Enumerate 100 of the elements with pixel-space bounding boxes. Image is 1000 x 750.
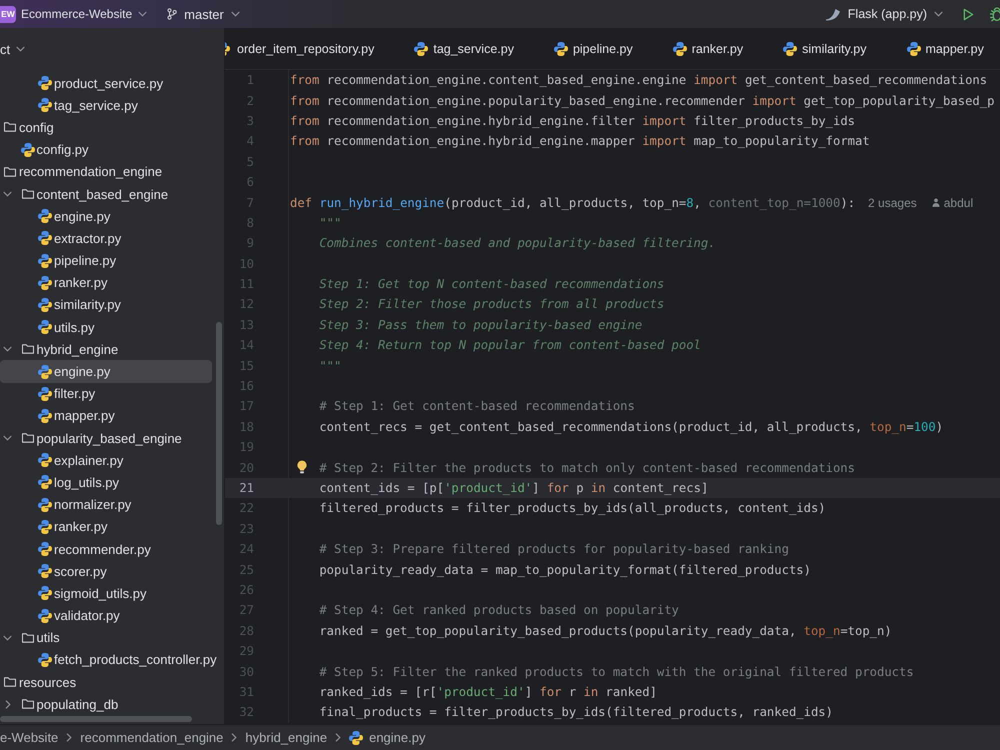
file-item[interactable]: product_service.py [20, 72, 164, 94]
person-icon [932, 198, 940, 208]
file-item[interactable]: fetch_products_controller.py [20, 648, 217, 672]
python-icon [38, 453, 52, 468]
file-tab[interactable]: mapper.py [886, 28, 1000, 69]
breadcrumb[interactable]: recommendation_engine [80, 730, 224, 745]
folder-icon [3, 121, 17, 134]
python-icon [38, 652, 52, 667]
code-line: ranked_ids = [r['product_id'] for r in ranked] [319, 684, 657, 699]
python-icon [906, 42, 920, 56]
chevron-down-icon [230, 11, 240, 17]
chevron-down-icon[interactable] [2, 191, 12, 198]
python-icon [20, 142, 34, 157]
code-line: # Step 5: Filter the ranked products to match with the original filtered products [319, 664, 914, 679]
file-item[interactable]: pipeline.py [20, 250, 116, 272]
file-item[interactable]: filter.py [20, 382, 96, 405]
python-icon [349, 730, 364, 744]
folder-icon [20, 698, 34, 710]
file-item[interactable]: recommender.py [20, 538, 151, 560]
usages-hint[interactable]: 2 usages [868, 196, 917, 210]
python-icon [783, 42, 798, 56]
python-icon [38, 231, 52, 246]
python-icon [38, 364, 52, 379]
chevron-right-icon [66, 733, 72, 742]
author-hint[interactable]: abdul [944, 196, 974, 210]
run-icon[interactable] [963, 8, 974, 20]
python-icon [38, 475, 52, 490]
code-line: from recommendation_engine.popularity_based_engine.recommender import get_top_popularity_based_p [290, 94, 994, 108]
file-item[interactable]: validator.py [20, 604, 120, 627]
file-item[interactable]: mapper.py [20, 404, 115, 427]
chevron-down-icon[interactable] [2, 634, 12, 641]
folder-icon [3, 166, 17, 178]
file-item[interactable]: similarity.py [20, 294, 121, 316]
file-item[interactable]: scorer.py [20, 560, 107, 582]
run-config-selector[interactable]: Flask (app.py) [824, 7, 943, 21]
file-tab[interactable]: tag_service.py [394, 28, 534, 69]
chevron-down-icon [16, 46, 26, 52]
file-item[interactable]: ranker.py [20, 516, 108, 538]
scrollbar[interactable] [216, 322, 222, 525]
folder-item[interactable]: config [3, 116, 54, 139]
file-item[interactable]: sigmoid_utils.py [20, 582, 146, 604]
folder-item[interactable]: utils [2, 626, 60, 649]
python-icon [38, 608, 52, 623]
code-line: """ [319, 358, 342, 373]
scrollbar[interactable] [0, 716, 192, 722]
code-line: content_recs = get_content_based_recommendations(product_id, all_products, top_n=100) [319, 420, 944, 434]
folder-item[interactable]: hybrid_engine [2, 338, 118, 360]
folder-item[interactable]: recommendation_engine [3, 160, 162, 183]
chevron-down-icon[interactable] [2, 435, 12, 442]
file-tab[interactable]: pipeline.py [534, 28, 653, 69]
file-tab[interactable]: ranker.py [652, 28, 764, 69]
python-icon [38, 542, 52, 556]
file-tab[interactable]: similarity.py [763, 28, 886, 69]
folder-icon [3, 676, 17, 688]
code-line: popularity_ready_data = map_to_popularity_format(filtered_products) [319, 562, 811, 577]
file-item[interactable]: explainer.py [20, 449, 124, 472]
chevron-down-icon[interactable] [2, 346, 12, 352]
code-line: Step 2: Filter those products from all products [319, 297, 664, 312]
code-line: # Step 4: Get ranked products based on popularity [319, 603, 679, 618]
chevron-right-icon[interactable] [4, 700, 10, 709]
lightbulb-icon[interactable] [297, 460, 307, 474]
code-line: from recommendation_engine.content_based_engine.engine import get_content_based_recommendations [290, 73, 988, 88]
bug-icon[interactable] [989, 6, 1000, 22]
python-icon [38, 76, 52, 90]
chevron-down-icon [138, 11, 148, 17]
file-item[interactable]: engine.py [20, 205, 110, 228]
code-line: # Step 2: Filter the products to match only content-based recommendations [319, 460, 855, 475]
code-line: ranked = get_top_popularity_based_products(popularity_ready_data, top_n=top_n) [319, 624, 892, 638]
folder-item[interactable]: content_based_engine [2, 182, 168, 206]
chevron-down-icon [934, 11, 943, 17]
project-selector[interactable]: Ecommerce-Website [21, 7, 148, 21]
file-item[interactable]: normalizer.py [20, 494, 132, 516]
project-view-selector[interactable]: ct [0, 42, 26, 56]
branch-selector[interactable]: master [167, 6, 240, 22]
file-item[interactable]: tag_service.py [20, 94, 138, 116]
file-item[interactable]: extractor.py [20, 227, 122, 250]
file-tab[interactable]: order_item_repository.py [225, 28, 394, 69]
folder-icon [20, 188, 34, 200]
python-icon [38, 254, 52, 268]
code-line: Step 4: Return top N popular from content-based pool [319, 338, 701, 352]
python-icon [38, 298, 52, 312]
breadcrumb[interactable]: engine.py [349, 730, 426, 745]
project-badge: EW [0, 6, 16, 22]
file-item[interactable]: log_utils.py [20, 471, 120, 494]
python-icon [38, 408, 52, 423]
code-line: Combines content-based and popularity-based filtering. [319, 236, 716, 250]
breadcrumb[interactable]: hybrid_engine [245, 730, 328, 745]
python-icon [414, 42, 428, 56]
file-item[interactable]: utils.py [20, 316, 94, 338]
file-item[interactable]: config.py [2, 138, 89, 161]
breadcrumb[interactable]: e-Website [0, 730, 58, 745]
code-line: # Step 1: Get content-based recommendations [319, 399, 635, 414]
folder-item[interactable]: populating_db [2, 693, 118, 716]
folder-item[interactable]: resources [3, 671, 76, 694]
file-item[interactable]: engine.py [0, 360, 212, 383]
file-item[interactable]: ranker.py [20, 272, 108, 294]
python-icon [38, 520, 52, 534]
code-line: Step 3: Pass them to popularity-based engine [319, 318, 642, 332]
folder-item[interactable]: popularity_based_engine [2, 427, 182, 450]
chevron-right-icon [231, 733, 238, 742]
